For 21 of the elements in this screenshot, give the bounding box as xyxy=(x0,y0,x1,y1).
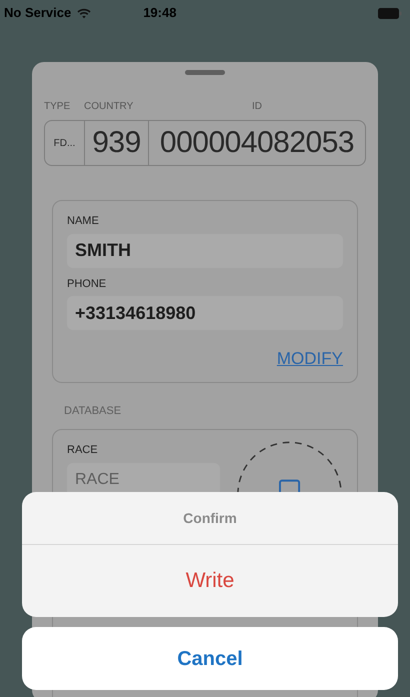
section-label: DATABASE xyxy=(64,404,122,418)
cancel-button[interactable]: Cancel xyxy=(22,627,398,690)
field-label: RACE xyxy=(67,443,99,458)
text-field[interactable]: SMITH xyxy=(67,234,343,268)
column-label: TYPE xyxy=(44,100,70,114)
drag-handle[interactable] xyxy=(185,70,225,75)
id-segment-text: 000004082053 xyxy=(160,128,354,158)
wifi-icon xyxy=(77,8,92,18)
id-segment-text: 939 xyxy=(92,128,141,158)
battery-icon xyxy=(378,8,402,18)
text-field[interactable]: +33134618980 xyxy=(67,296,343,330)
id-segment-text: FD... xyxy=(54,136,76,150)
id-field[interactable]: FD... 939 000004082053 xyxy=(44,120,366,166)
field-label: NAME xyxy=(67,214,100,229)
column-label: COUNTRY xyxy=(84,100,134,114)
carrier-text: No Service xyxy=(4,4,72,22)
action-button[interactable]: Write xyxy=(22,545,398,617)
action-sheet-title: Confirm xyxy=(22,492,398,545)
clock-time: 19:48 xyxy=(143,4,176,22)
field-label: PHONE xyxy=(67,276,108,292)
column-label: ID xyxy=(252,100,262,114)
